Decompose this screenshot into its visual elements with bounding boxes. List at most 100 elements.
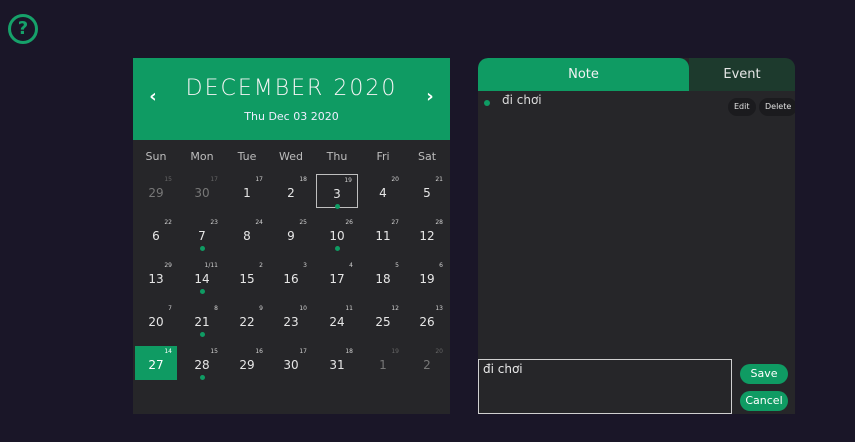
day-number: 1: [243, 186, 251, 200]
lunar-date-label: 2: [259, 262, 263, 269]
calendar-day-cell[interactable]: 17 30: [181, 174, 223, 208]
lunar-date-label: 12: [391, 305, 399, 312]
lunar-date-label: 5: [395, 262, 399, 269]
lunar-date-label: 6: [439, 262, 443, 269]
calendar-day-cell[interactable]: 6 19: [406, 260, 448, 294]
calendar-day-cell[interactable]: 20 4: [362, 174, 404, 208]
save-button[interactable]: Save: [740, 364, 788, 384]
calendar-day-cell[interactable]: 15 28: [181, 346, 223, 380]
delete-button[interactable]: Delete: [759, 98, 795, 116]
day-number: 28: [194, 358, 210, 372]
tab-event[interactable]: Event: [689, 58, 795, 91]
calendar-day-cell[interactable]: 9 22: [226, 303, 268, 337]
day-number: 16: [283, 272, 299, 286]
calendar-day-cell[interactable]: 27 11: [362, 217, 404, 251]
tab-note[interactable]: Note: [478, 58, 689, 91]
lunar-date-label: 23: [210, 219, 218, 226]
calendar-day-cell[interactable]: 24 8: [226, 217, 268, 251]
note-bullet-icon: [484, 100, 490, 106]
calendar-day-cell[interactable]: 8 21: [181, 303, 223, 337]
edit-button[interactable]: Edit: [728, 98, 756, 116]
calendar-day-cell[interactable]: 19 3: [316, 174, 358, 209]
calendar-day-cell[interactable]: 13 26: [406, 303, 448, 337]
lunar-date-label: 7: [168, 305, 172, 312]
calendar-day-cell[interactable]: 7 20: [135, 303, 177, 337]
calendar-day-cell[interactable]: 2 15: [226, 260, 268, 294]
lunar-date-label: 24: [255, 219, 263, 226]
day-number: 20: [148, 315, 164, 329]
list-item[interactable]: đi chơi Edit Delete: [478, 91, 795, 117]
day-number: 2: [287, 186, 295, 200]
calendar-day-cell[interactable]: 215: [406, 174, 448, 208]
day-number: 26: [419, 315, 435, 329]
lunar-date-label: 4: [349, 262, 353, 269]
lunar-date-label: 17: [255, 176, 263, 183]
calendar-day-cell[interactable]: 4 17: [316, 260, 358, 294]
next-month-icon[interactable]: ›: [420, 85, 440, 109]
day-number: 19: [419, 272, 435, 286]
cancel-button[interactable]: Cancel: [740, 391, 788, 411]
lunar-date-label: 18: [299, 176, 307, 183]
day-number: 9: [287, 229, 295, 243]
day-number: 13: [148, 272, 164, 286]
day-number: 21: [194, 315, 210, 329]
calendar-day-cell[interactable]: 10 23: [270, 303, 312, 337]
calendar-day-cell[interactable]: 19 1: [362, 346, 404, 380]
weekday-label: Sun: [145, 150, 167, 163]
calendar-day-cell[interactable]: 17 1: [226, 174, 268, 208]
note-editor-input[interactable]: đi chơi: [478, 359, 732, 414]
day-number: 30: [283, 358, 299, 372]
day-number: 27: [148, 358, 164, 372]
day-number: 15: [239, 272, 255, 286]
note-indicator-icon: [199, 246, 205, 251]
lunar-date-label: 28: [435, 219, 443, 226]
note-text: đi chơi: [502, 93, 542, 107]
day-number: 22: [239, 315, 255, 329]
calendar-day-cell[interactable]: 3 16: [270, 260, 312, 294]
lunar-date-label: 9: [259, 305, 263, 312]
weekday-label: Tue: [237, 150, 257, 163]
weekday-label: Fri: [376, 150, 390, 163]
lunar-date-label: 10: [299, 305, 307, 312]
lunar-date-label: 11: [345, 305, 353, 312]
weekday-row: Sun Mon Tue Wed Thu Fri Sat: [133, 140, 450, 174]
day-number: 1: [379, 358, 387, 372]
lunar-date-label: 15: [210, 348, 218, 355]
calendar-day-cell[interactable]: 25 9: [270, 217, 312, 251]
calendar-day-cell[interactable]: 20 2: [406, 346, 448, 380]
calendar-day-cell[interactable]: 11 24: [316, 303, 358, 337]
day-number: 11: [375, 229, 391, 243]
calendar-day-cell[interactable]: 15 29: [135, 174, 177, 208]
day-number: 8: [243, 229, 251, 243]
lunar-date-label: 16: [255, 348, 263, 355]
calendar-day-cell[interactable]: 18 31: [316, 346, 358, 380]
lunar-date-label: 1/11: [204, 262, 218, 269]
day-number: 6: [152, 229, 160, 243]
calendar-day-cell[interactable]: 29 13: [135, 260, 177, 294]
calendar-day-cell[interactable]: 1/11 14: [181, 260, 223, 294]
lunar-date-label: 13: [435, 305, 443, 312]
lunar-date-label: 29: [164, 262, 172, 269]
calendar-day-cell[interactable]: 26 10: [316, 217, 358, 251]
lunar-date-label: 26: [345, 219, 353, 226]
calendar-day-cell[interactable]: 28 12: [406, 217, 448, 251]
calendar-day-cell[interactable]: 12 25: [362, 303, 404, 337]
calendar-day-cell[interactable]: 18 2: [270, 174, 312, 208]
day-number: 17: [329, 272, 345, 286]
note-indicator-icon: [199, 375, 205, 380]
calendar-day-cell[interactable]: 22 6: [135, 217, 177, 251]
lunar-date-label: 22: [164, 219, 172, 226]
note-indicator-icon: [334, 246, 340, 251]
selected-date-label: Thu Dec 03 2020: [244, 110, 339, 123]
calendar-day-cell[interactable]: 14 27: [135, 346, 177, 380]
calendar-day-cell[interactable]: 23 7: [181, 217, 223, 251]
note-indicator-icon: [334, 204, 340, 209]
help-icon[interactable]: ?: [8, 14, 38, 44]
lunar-date-label: 25: [299, 219, 307, 226]
calendar-day-cell[interactable]: 17 30: [270, 346, 312, 380]
day-number: 7: [198, 229, 206, 243]
lunar-date-label: 20: [391, 176, 399, 183]
calendar-day-cell[interactable]: 16 29: [226, 346, 268, 380]
day-number: 10: [329, 229, 345, 243]
calendar-day-cell[interactable]: 5 18: [362, 260, 404, 294]
